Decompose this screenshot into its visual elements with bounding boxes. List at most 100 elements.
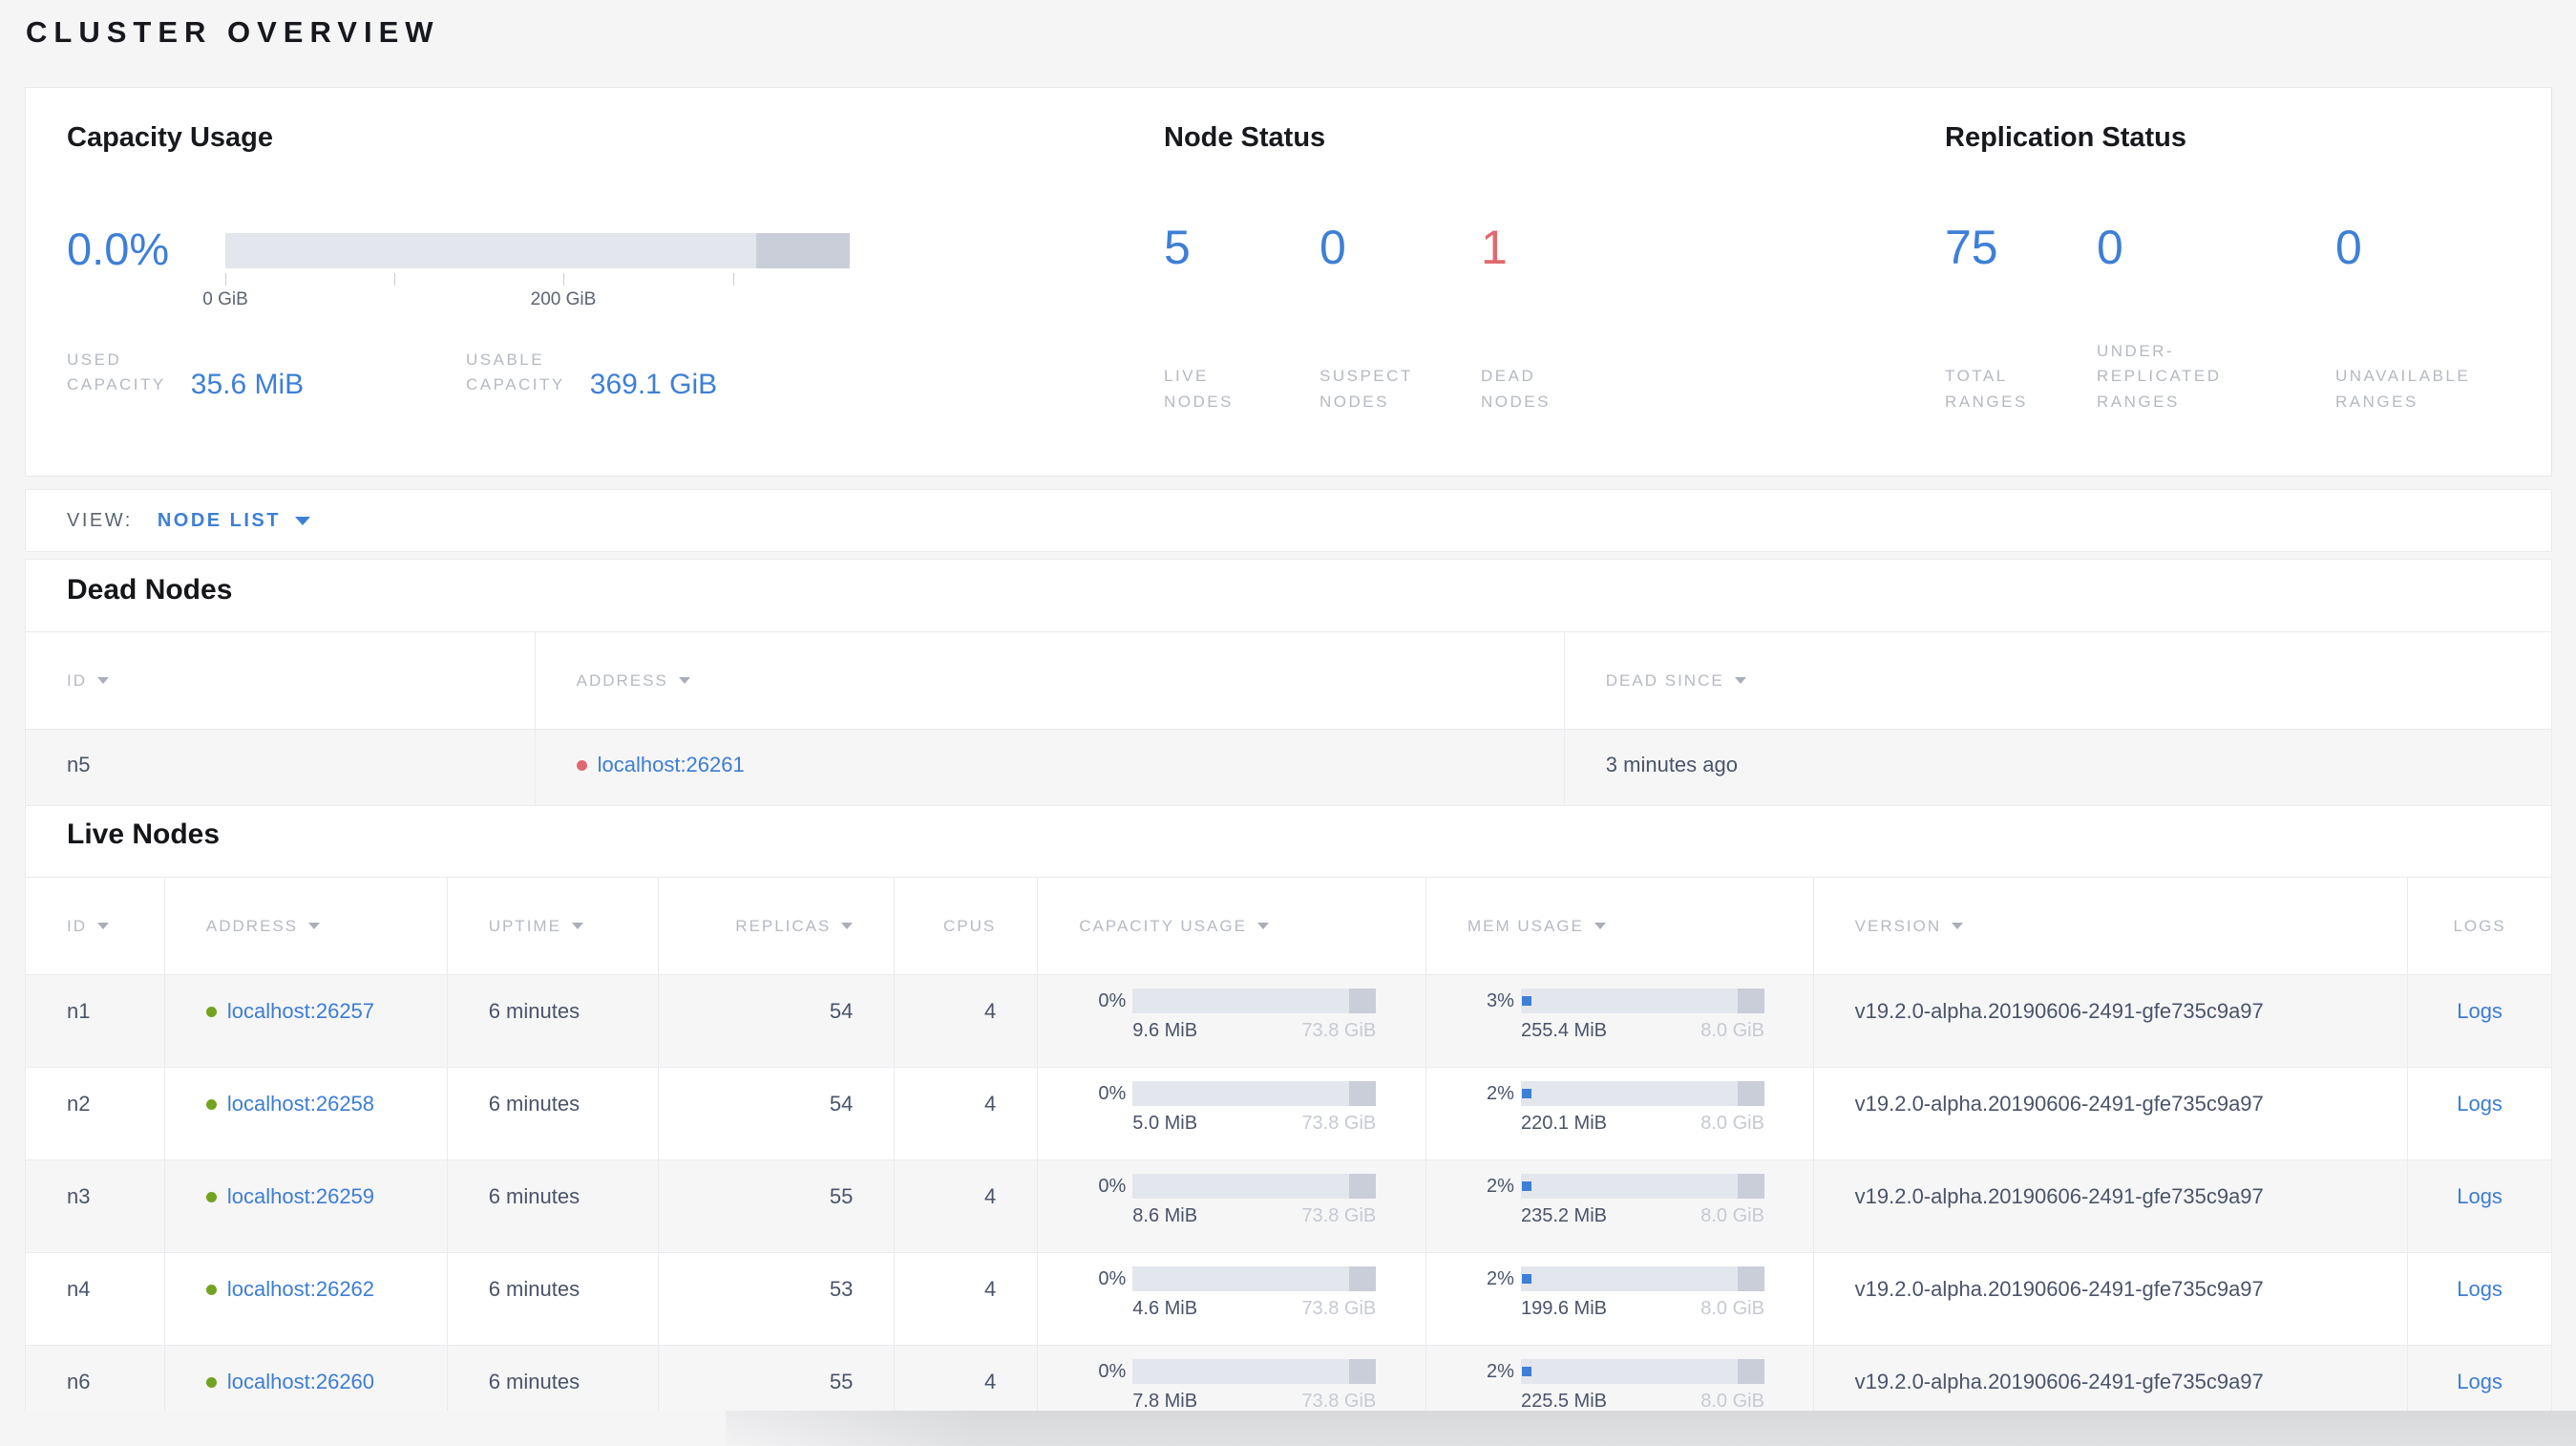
node-cpus: 4 (894, 1253, 1037, 1345)
node-cpus: 4 (894, 1068, 1037, 1159)
capacity-usage-bar (1132, 1174, 1377, 1199)
node-capacity-usage-cell: 0% 5.0 MiB 73.8 GiB (1037, 1068, 1425, 1159)
node-live-dot-icon (205, 1006, 217, 1017)
node-version: v19.2.0-alpha.20190606-2491-gfe735c9a97 (1812, 1346, 2408, 1411)
node-capacity-usage-cell: 0% 8.6 MiB 73.8 GiB (1037, 1160, 1425, 1252)
usable-capacity-label: USABLE CAPACITY (466, 351, 565, 394)
mem-usage-bar (1520, 1081, 1764, 1106)
under-replicated-ranges-stat: 0 UNDER- REPLICATED RANGES (2097, 222, 2335, 415)
node-address-cell: localhost:26257 (163, 975, 447, 1067)
sort-desc-icon (1952, 923, 1964, 929)
node-status-section: Node Status 5 LIVE NODES 0 SUSPECT NODES… (1164, 88, 1909, 476)
dead-nodes-stat: 1 DEAD NODES (1481, 222, 1551, 415)
node-address-cell: localhost:26259 (163, 1160, 447, 1252)
node-address-cell: localhost:26262 (163, 1253, 447, 1345)
capacity-usage-bar (1132, 1081, 1377, 1106)
logs-link[interactable]: Logs (2457, 1184, 2502, 1208)
view-label: VIEW: (67, 509, 133, 531)
node-status-title: Node Status (1164, 122, 1326, 153)
suspect-nodes-label: SUSPECT NODES (1320, 367, 1413, 411)
logs-link[interactable]: Logs (2457, 1370, 2502, 1393)
dead-nodes-count: 1 (1481, 221, 1508, 274)
node-address-cell: localhost:26260 (163, 1346, 447, 1411)
under-replicated-ranges-label: UNDER- REPLICATED RANGES (2097, 341, 2222, 411)
node-live-dot-icon (205, 1191, 217, 1202)
total-ranges-count: 75 (1945, 221, 1998, 274)
sort-desc-icon (308, 923, 321, 929)
node-logs-cell: Logs (2407, 1346, 2551, 1411)
col-header-capacity-usage[interactable]: CAPACITY USAGE (1037, 878, 1425, 974)
logs-link[interactable]: Logs (2457, 1277, 2502, 1301)
node-cpus: 4 (894, 975, 1037, 1067)
dead-col-header-address[interactable]: ADDRESS (534, 632, 1564, 729)
dead-col-header-id[interactable]: ID (26, 632, 535, 729)
node-address-link[interactable]: localhost:26260 (227, 1370, 374, 1394)
node-address-link[interactable]: localhost:26259 (227, 1184, 374, 1209)
live-nodes-label: LIVE NODES (1164, 367, 1234, 411)
node-replicas: 55 (657, 1160, 895, 1252)
node-live-dot-icon (205, 1284, 217, 1295)
node-address-link[interactable]: localhost:26262 (227, 1277, 374, 1302)
unavailable-ranges-label: UNAVAILABLE RANGES (2335, 367, 2471, 411)
col-header-replicas[interactable]: REPLICAS (657, 878, 895, 974)
replication-status-title: Replication Status (1945, 122, 2186, 153)
capacity-bar-reserved-segment (755, 233, 850, 268)
live-nodes-stat: 5 LIVE NODES (1164, 222, 1320, 415)
node-replicas: 53 (657, 1253, 895, 1345)
node-address-link[interactable]: localhost:26261 (598, 753, 745, 777)
node-cpus: 4 (894, 1160, 1037, 1252)
live-nodes-table-header: ID ADDRESS UPTIME REPLICAS CPUS CAPACITY… (26, 877, 2551, 975)
col-header-id[interactable]: ID (26, 878, 164, 974)
node-mem-usage-cell: 2% 225.5 MiB 8.0 GiB (1425, 1346, 1813, 1411)
table-row: n6 localhost:26260 6 minutes 55 4 0% 7.8… (26, 1346, 2551, 1411)
node-id: n3 (67, 1184, 91, 1208)
page-title: CLUSTER OVERVIEW (26, 15, 440, 49)
node-address-link[interactable]: localhost:26258 (227, 1092, 374, 1116)
node-version: v19.2.0-alpha.20190606-2491-gfe735c9a97 (1812, 1068, 2408, 1159)
node-live-dot-icon (205, 1376, 217, 1388)
node-logs-cell: Logs (2407, 1160, 2551, 1252)
node-uptime: 6 minutes (446, 1160, 658, 1252)
node-id: n6 (67, 1370, 91, 1393)
view-bar: VIEW: NODE LIST (25, 489, 2552, 552)
node-replicas: 54 (657, 1068, 895, 1159)
under-replicated-ranges-count: 0 (2097, 221, 2123, 274)
node-logs-cell: Logs (2407, 975, 2551, 1067)
col-header-uptime[interactable]: UPTIME (446, 878, 658, 974)
mem-usage-bar (1520, 1174, 1764, 1199)
dead-nodes-table-header: ID ADDRESS DEAD SINCE (26, 631, 2551, 730)
sort-desc-icon (1734, 677, 1746, 684)
dead-node-row: n5 localhost:26261 3 minutes ago (26, 730, 2551, 806)
view-selected-value: NODE LIST (157, 509, 281, 531)
node-replicas: 54 (657, 975, 895, 1067)
logs-link[interactable]: Logs (2457, 1092, 2502, 1116)
node-id: n4 (67, 1277, 91, 1301)
node-mem-usage-cell: 3% 255.4 MiB 8.0 GiB (1425, 975, 1813, 1067)
capacity-axis-label-200: 200 GiB (530, 289, 597, 309)
col-header-cpus[interactable]: CPUS (894, 878, 1037, 974)
node-cpus: 4 (894, 1346, 1037, 1411)
replication-status-section: Replication Status 75 TOTAL RANGES 0 UND… (1945, 88, 2527, 476)
node-logs-cell: Logs (2407, 1253, 2551, 1345)
table-row: n3 localhost:26259 6 minutes 55 4 0% 8.6… (26, 1160, 2551, 1253)
nodes-tables-card: Dead Nodes ID ADDRESS DEAD SINCE n5 loca… (25, 559, 2552, 1411)
total-ranges-label: TOTAL RANGES (1945, 367, 2028, 411)
live-nodes-heading: Live Nodes (67, 819, 221, 850)
node-logs-cell: Logs (2407, 1068, 2551, 1159)
chevron-down-icon (294, 516, 310, 525)
col-header-address[interactable]: ADDRESS (163, 878, 447, 974)
logs-link[interactable]: Logs (2457, 999, 2502, 1023)
total-ranges-stat: 75 TOTAL RANGES (1945, 222, 2097, 415)
node-mem-usage-cell: 2% 235.2 MiB 8.0 GiB (1425, 1160, 1813, 1252)
dead-node-dead-since: 3 minutes ago (1563, 730, 2551, 805)
capacity-usage-bar (1132, 1359, 1377, 1384)
col-header-version[interactable]: VERSION (1812, 878, 2408, 974)
node-address-cell: localhost:26258 (163, 1068, 447, 1159)
view-selector-dropdown[interactable]: NODE LIST (158, 510, 310, 532)
bottom-scroll-shadow (726, 1411, 2576, 1446)
dead-nodes-label: DEAD NODES (1481, 367, 1551, 411)
node-address-link[interactable]: localhost:26257 (227, 999, 374, 1024)
col-header-mem-usage[interactable]: MEM USAGE (1425, 878, 1813, 974)
sort-desc-icon (678, 677, 690, 684)
dead-col-header-dead-since[interactable]: DEAD SINCE (1563, 632, 2551, 729)
